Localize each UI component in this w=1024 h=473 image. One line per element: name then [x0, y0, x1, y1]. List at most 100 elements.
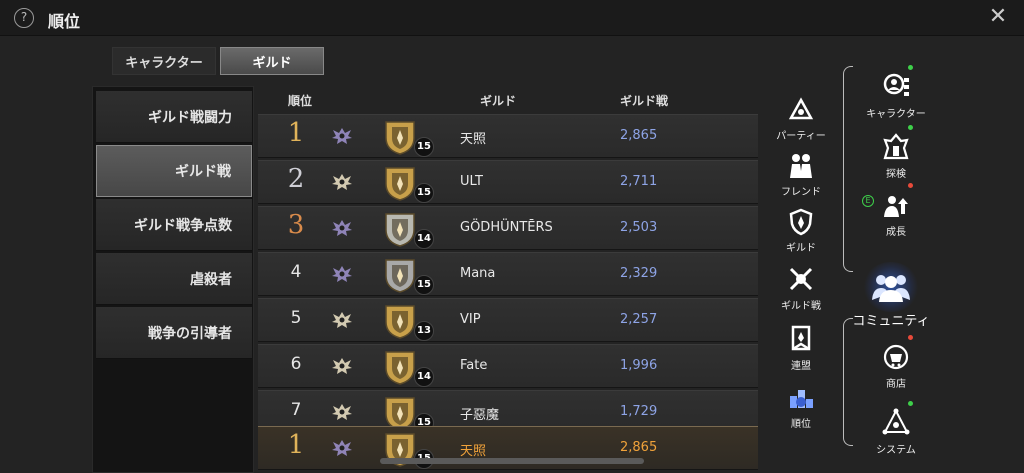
menu-guild[interactable]: ギルド: [765, 204, 837, 260]
menu-label: フレンド: [781, 187, 821, 198]
menu-label: 連盟: [791, 361, 811, 372]
explore-icon: [883, 133, 909, 160]
tab-character[interactable]: キャラクター: [112, 47, 216, 75]
table-row[interactable]: 3 14 GÖDHÜNTĒRS 2,503: [258, 206, 758, 250]
header-guild: ギルド: [480, 94, 517, 108]
wing-rank-icon: [330, 262, 354, 286]
menu-label: ギルド: [786, 243, 816, 254]
wing-rank-icon: [330, 400, 354, 424]
rank-number: 5: [290, 308, 302, 328]
guild-level-badge: 14: [414, 367, 434, 387]
table-header: 順位 ギルド ギルド戦: [258, 86, 758, 114]
menu-alliance[interactable]: 連盟: [765, 322, 837, 378]
guild-war-score: 2,503: [620, 220, 658, 235]
menu-party[interactable]: パーティー: [765, 92, 837, 148]
guild-name: ULT: [460, 174, 483, 189]
guild-name: 子惡魔: [460, 408, 500, 423]
menu-guild-war[interactable]: ギルド戦: [765, 262, 837, 318]
guild-level-badge: 15: [414, 275, 434, 295]
guild-level-badge: 14: [414, 229, 434, 249]
category-slayer[interactable]: 虐殺者: [96, 253, 252, 305]
table-row[interactable]: 1 15 天照 2,865: [258, 114, 758, 158]
wing-rank-icon: [330, 436, 354, 460]
guild-war-score: 1,996: [620, 358, 658, 373]
guild-emblem-icon: [382, 256, 418, 294]
notification-dot: [908, 183, 913, 188]
guild-name: Fate: [460, 358, 488, 373]
alliance-icon: [791, 325, 811, 351]
menu-label: システム: [876, 445, 916, 456]
wing-rank-icon: [330, 124, 354, 148]
category-war-leader[interactable]: 戦争の引導者: [96, 307, 252, 359]
menu-label: 商店: [886, 379, 906, 390]
notification-dot: [908, 65, 913, 70]
guild-level-badge: 15: [414, 183, 434, 203]
table-row[interactable]: 6 14 Fate 1,996: [258, 344, 758, 388]
community-button[interactable]: コミュニティ: [848, 262, 934, 332]
menu-system[interactable]: システム: [860, 401, 932, 462]
notification-dot: [908, 401, 913, 406]
shop-icon: [883, 344, 909, 370]
friends-icon: [790, 154, 812, 178]
notification-dot: [908, 335, 913, 340]
growth-icon: [884, 196, 908, 217]
close-icon[interactable]: ✕: [986, 6, 1010, 30]
wing-rank-icon: [330, 216, 354, 240]
guild-emblem-icon: [382, 118, 418, 156]
header-guild-war: ギルド戦: [620, 94, 669, 108]
category-sidebar: ギルド戦闘力 ギルド戦 ギルド戦争点数 虐殺者 戦争の引導者: [92, 86, 254, 473]
menu-label: ギルド戦: [781, 301, 821, 312]
help-icon[interactable]: ?: [14, 8, 34, 28]
ranking-icon: [790, 390, 813, 408]
table-row[interactable]: 2 15 ULT 2,711: [258, 160, 758, 204]
system-icon: [882, 408, 910, 435]
guild-war-score: 1,729: [620, 404, 658, 419]
menu-ranking[interactable]: 順位: [765, 380, 837, 436]
page-title: 順位: [48, 12, 81, 31]
menu-character[interactable]: キャラクター: [860, 65, 932, 126]
menu-explore[interactable]: 探検: [860, 125, 932, 186]
guild-name: 天照: [460, 132, 487, 147]
rank-number: 7: [290, 400, 302, 420]
top-bar: ? 順位 ✕: [0, 0, 1024, 36]
guild-war-score: 2,257: [620, 312, 658, 327]
rank-number: 2: [287, 164, 305, 194]
wing-rank-icon: [330, 354, 354, 378]
menu-label: キャラクター: [866, 109, 926, 120]
header-rank: 順位: [288, 94, 313, 108]
category-guild-power[interactable]: ギルド戦闘力: [96, 91, 252, 143]
guild-name: GÖDHÜNTĒRS: [460, 220, 553, 235]
guild-name: VIP: [460, 312, 481, 327]
tab-guild[interactable]: ギルド: [220, 47, 324, 75]
menu-group-bracket: [843, 318, 853, 446]
table-row[interactable]: 4 15 Mana 2,329: [258, 252, 758, 296]
menu-label: 成長: [886, 227, 906, 238]
guild-icon: [789, 208, 813, 236]
rank-number: 1: [287, 430, 305, 460]
horizontal-scrollbar[interactable]: [380, 458, 644, 464]
ranking-table[interactable]: 順位 ギルド ギルド戦 1 15 天照 2,865 2 15 ULT 2,711 3 14 GÖDH…: [258, 86, 758, 473]
notification-dot: [908, 125, 913, 130]
menu-label: パーティー: [776, 131, 826, 142]
rank-number: 4: [290, 262, 302, 282]
category-guild-war-points[interactable]: ギルド戦争点数: [96, 199, 252, 251]
guild-war-score: 2,329: [620, 266, 658, 281]
menu-friends[interactable]: フレンド: [765, 148, 837, 204]
community-label: コミュニティ: [852, 314, 930, 329]
rank-number: 6: [290, 354, 302, 374]
wing-rank-icon: [330, 170, 354, 194]
category-guild-war[interactable]: ギルド戦: [96, 145, 252, 197]
guild-war-score: 2,865: [620, 440, 658, 455]
table-row[interactable]: 5 13 VIP 2,257: [258, 298, 758, 342]
guild-level-badge: 15: [414, 137, 434, 157]
guild-emblem-icon: [382, 164, 418, 202]
guild-war-score: 2,711: [620, 174, 658, 189]
rank-number: 1: [287, 118, 305, 148]
guild-emblem-icon: [382, 210, 418, 248]
wing-rank-icon: [330, 308, 354, 332]
menu-shop[interactable]: 商店: [860, 335, 932, 396]
guild-war-icon: [789, 267, 813, 291]
guild-name: 天照: [460, 444, 487, 459]
guild-emblem-icon: [382, 348, 418, 386]
character-icon: [883, 73, 909, 96]
